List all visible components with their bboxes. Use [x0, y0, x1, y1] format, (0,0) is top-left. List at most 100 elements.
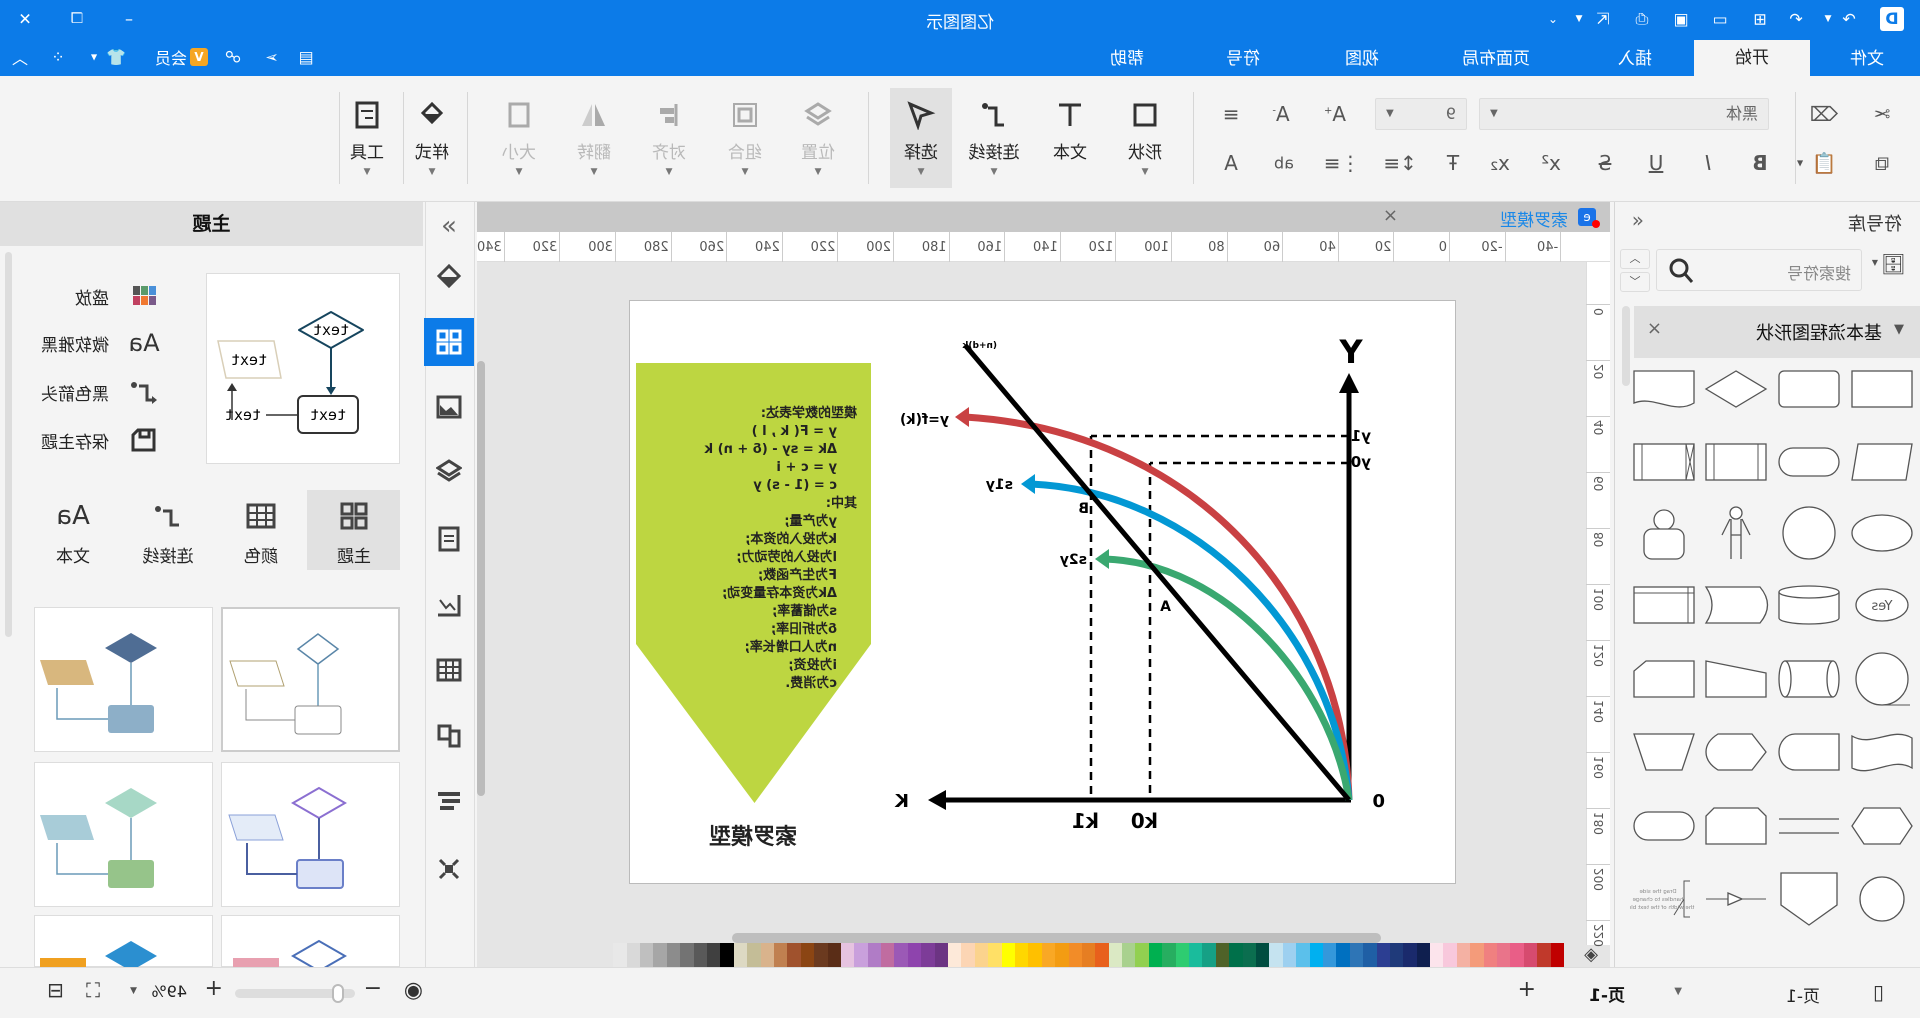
color-swatch[interactable] [1443, 943, 1457, 967]
color-swatch[interactable] [1202, 943, 1216, 967]
shape-offpage[interactable] [1780, 872, 1838, 926]
text-case-icon[interactable]: ab [1274, 154, 1294, 173]
tab-symbols[interactable]: 符号 [1188, 47, 1298, 76]
copy-icon[interactable]: ⧉ [1875, 151, 1889, 175]
close-category-icon[interactable]: × [1647, 318, 1662, 339]
font-name-select[interactable]: 黑体 ▼ [1479, 98, 1769, 130]
shape-rrect[interactable] [1778, 370, 1840, 408]
superscript-icon[interactable]: x² [1541, 151, 1561, 175]
color-swatch[interactable] [1162, 943, 1176, 967]
color-swatch[interactable] [988, 943, 1002, 967]
shape-manual[interactable] [1705, 660, 1767, 698]
color-swatch[interactable] [773, 943, 788, 967]
vertical-scrollbar[interactable] [477, 361, 485, 796]
restore-icon[interactable]: ❐ [71, 11, 84, 27]
color-swatch[interactable] [1148, 943, 1163, 967]
color-swatch[interactable] [934, 943, 949, 967]
line-spacing-icon[interactable]: ↕≡ [1383, 151, 1417, 175]
shape-arrowline[interactable] [1706, 892, 1766, 906]
color-swatch[interactable] [1523, 943, 1538, 967]
shape-yes[interactable]: Yes [1855, 588, 1909, 622]
page-tab[interactable]: 页-1 [1589, 981, 1625, 1006]
theme-card-outline[interactable] [221, 607, 400, 752]
zoom-in-icon[interactable]: + [205, 976, 223, 1001]
font-color-icon[interactable]: A [1224, 151, 1238, 175]
page-view-icon[interactable]: ▯ [1873, 980, 1884, 1004]
tab-home[interactable]: 开始 [1694, 40, 1810, 76]
color-swatch[interactable] [787, 943, 801, 967]
shape-prex[interactable] [1633, 443, 1695, 481]
color-swatch[interactable] [693, 943, 707, 967]
subscript-icon[interactable]: x₂ [1490, 151, 1510, 175]
color-swatch[interactable] [881, 943, 895, 967]
page-icon[interactable] [424, 515, 474, 563]
theme-icon[interactable] [424, 318, 474, 366]
color-swatch[interactable] [1282, 943, 1297, 967]
mind-map-icon[interactable] [424, 845, 474, 893]
theme-option-0[interactable]: 盛放 [75, 282, 161, 310]
shrink-font-icon[interactable]: A- [1272, 102, 1289, 126]
size-button[interactable]: 大小 ▼ [488, 88, 550, 188]
color-swatch[interactable] [1497, 943, 1511, 967]
shape-doc[interactable] [1633, 370, 1695, 408]
color-swatch[interactable] [1416, 943, 1431, 967]
theme-card-navy[interactable] [34, 607, 213, 752]
tab-insert[interactable]: 插入 [1580, 47, 1690, 76]
shape-term[interactable] [1633, 811, 1695, 841]
theme-card-purple[interactable] [221, 762, 400, 907]
shape-pre[interactable] [1705, 443, 1767, 481]
position-button[interactable]: 位置 ▼ [787, 88, 849, 188]
theme-category-connector[interactable]: 连接线 [128, 500, 208, 567]
color-swatch[interactable] [814, 943, 828, 967]
shape-bust[interactable] [1643, 509, 1685, 560]
shape-annot[interactable]: Drag the side handles to change the width … [1630, 880, 1694, 918]
color-swatch[interactable] [626, 943, 641, 967]
color-swatch[interactable] [921, 943, 935, 967]
collapse-library-icon[interactable]: « [1632, 208, 1644, 232]
skin-icon[interactable]: 👕 [106, 48, 126, 67]
library-scrollbar[interactable] [1622, 306, 1630, 386]
search-input[interactable]: 搜索符号 [1656, 249, 1862, 291]
shape-lines[interactable] [1779, 818, 1839, 834]
color-swatch[interactable] [1537, 943, 1551, 967]
shape-cyl[interactable] [1778, 585, 1840, 625]
tab-file[interactable]: 文件 [1812, 47, 1920, 76]
color-swatch[interactable] [1135, 943, 1149, 967]
color-swatch[interactable] [1041, 943, 1056, 967]
color-swatch[interactable] [1055, 943, 1069, 967]
color-swatch[interactable] [666, 943, 681, 967]
color-swatch[interactable] [1269, 943, 1283, 967]
scroll-down-button[interactable]: ﹀ [1620, 272, 1650, 292]
color-swatch[interactable] [854, 943, 868, 967]
color-swatch[interactable] [1376, 943, 1390, 967]
zoom-out-icon[interactable]: − [364, 976, 382, 1001]
theme-category-theme[interactable]: 主题 [314, 500, 394, 567]
color-swatch[interactable] [1483, 943, 1498, 967]
text-button[interactable]: 文本 [1039, 88, 1101, 188]
color-swatch[interactable] [1430, 943, 1444, 967]
paste-icon[interactable]: 📋 [1812, 151, 1837, 175]
shape-circle[interactable] [1782, 506, 1836, 560]
shape-rect[interactable] [1851, 370, 1913, 408]
color-swatch[interactable] [653, 943, 667, 967]
color-swatch[interactable] [894, 943, 908, 967]
style-button[interactable]: 样式 ▼ [401, 88, 463, 188]
feedback-icon[interactable]: ▤ [298, 48, 313, 67]
color-swatch[interactable] [1081, 943, 1096, 967]
theme-card-blue[interactable] [34, 915, 213, 971]
minimize-icon[interactable]: – [125, 10, 133, 29]
category-header[interactable]: ▼ 基本流程图形状 × [1634, 306, 1920, 358]
theme-category-text[interactable]: Aa 文本 [33, 500, 113, 567]
zoom-slider-thumb[interactable] [332, 984, 345, 1003]
theme-category-color[interactable]: 颜色 [221, 500, 301, 567]
color-swatch[interactable] [1122, 943, 1136, 967]
color-swatch[interactable] [1470, 943, 1484, 967]
color-swatch[interactable] [747, 943, 761, 967]
color-swatch[interactable] [1014, 943, 1029, 967]
color-swatch[interactable] [1550, 943, 1564, 967]
zoom-level[interactable]: 49% [151, 982, 187, 1001]
color-swatch[interactable] [1242, 943, 1257, 967]
align-icon[interactable]: ≡ [1223, 102, 1240, 126]
text-clear-icon[interactable]: Ŧ [1447, 151, 1459, 175]
color-swatch[interactable] [948, 943, 962, 967]
